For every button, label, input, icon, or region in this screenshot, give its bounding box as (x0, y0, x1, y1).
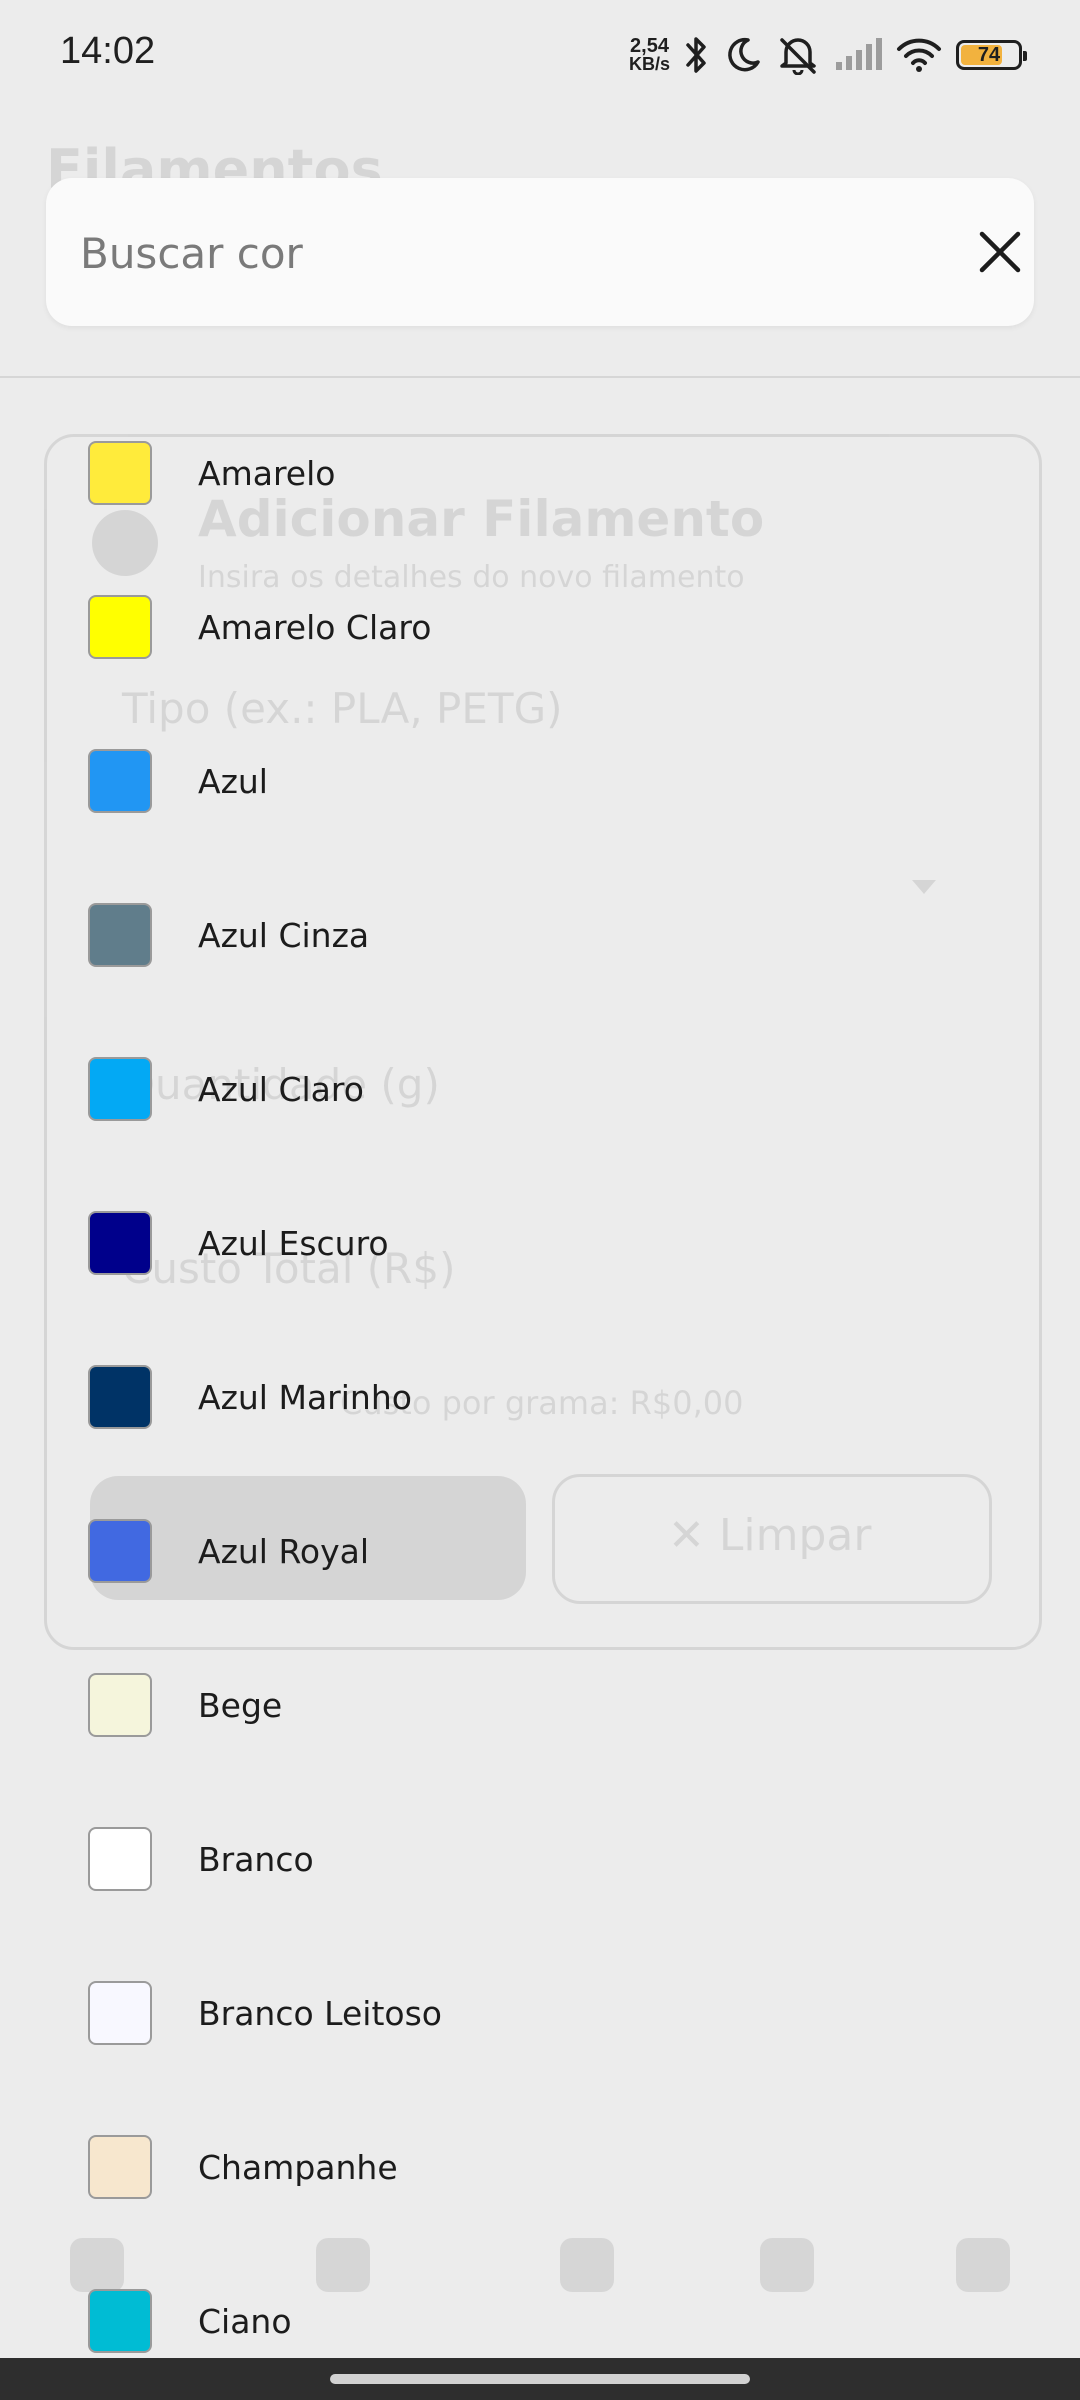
network-speed-unit: KB/s (628, 54, 670, 74)
status-icons: 2,54 KB/s 74 (628, 30, 1027, 80)
color-swatch (88, 441, 152, 505)
battery-icon: 74 (956, 40, 1027, 70)
color-swatch (88, 903, 152, 967)
color-option[interactable]: Champanhe (0, 2090, 1080, 2244)
color-option[interactable]: Bege (0, 1628, 1080, 1782)
network-speed-value: 2,54 (630, 35, 669, 57)
color-name: Ciano (198, 2301, 292, 2341)
color-name: Bege (198, 1685, 283, 1725)
wifi-icon (896, 37, 942, 73)
close-icon (979, 231, 1021, 273)
color-option[interactable]: Azul Cinza (0, 858, 1080, 1012)
color-name: Amarelo (198, 453, 336, 493)
color-name: Azul Royal (198, 1531, 370, 1571)
color-option[interactable]: Azul Escuro (0, 1166, 1080, 1320)
moon-icon (724, 36, 762, 74)
battery-level: 74 (977, 43, 1001, 66)
network-speed: 2,54 KB/s (628, 35, 670, 74)
status-bar: 14:02 2,54 KB/s 74 (0, 0, 1080, 108)
status-time: 14:02 (60, 30, 156, 72)
color-option[interactable]: Amarelo (0, 396, 1080, 550)
home-indicator[interactable] (330, 2374, 750, 2384)
color-option[interactable]: Branco Leitoso (0, 1936, 1080, 2090)
color-option[interactable]: Azul (0, 704, 1080, 858)
color-name: Azul Claro (198, 1069, 364, 1109)
signal-icon (834, 38, 882, 72)
color-name: Branco Leitoso (198, 1993, 442, 2033)
search-input[interactable] (78, 208, 902, 298)
color-swatch (88, 1365, 152, 1429)
color-option[interactable]: Branco (0, 1782, 1080, 1936)
color-name: Azul Cinza (198, 915, 370, 955)
color-swatch (88, 595, 152, 659)
clear-search-button[interactable] (966, 218, 1034, 286)
color-option[interactable]: Azul Marinho (0, 1320, 1080, 1474)
color-name: Branco (198, 1839, 314, 1879)
bell-off-icon (776, 35, 820, 75)
color-swatch (88, 2289, 152, 2353)
color-name: Azul Escuro (198, 1223, 389, 1263)
color-option[interactable]: Azul Royal (0, 1474, 1080, 1628)
color-name: Champanhe (198, 2147, 398, 2187)
color-name: Azul Marinho (198, 1377, 412, 1417)
header-divider (0, 376, 1080, 378)
color-swatch (88, 1673, 152, 1737)
color-option[interactable]: Amarelo Claro (0, 550, 1080, 704)
bluetooth-icon (684, 35, 710, 75)
color-swatch (88, 1057, 152, 1121)
color-swatch (88, 1981, 152, 2045)
system-navigation-bar (0, 2358, 1080, 2400)
color-swatch (88, 2135, 152, 2199)
color-swatch (88, 1211, 152, 1275)
color-swatch (88, 749, 152, 813)
color-search-bar (46, 178, 1034, 326)
color-swatch (88, 1827, 152, 1891)
color-swatch (88, 1519, 152, 1583)
color-name: Amarelo Claro (198, 607, 432, 647)
color-option[interactable]: Azul Claro (0, 1012, 1080, 1166)
color-name: Azul (198, 761, 268, 801)
